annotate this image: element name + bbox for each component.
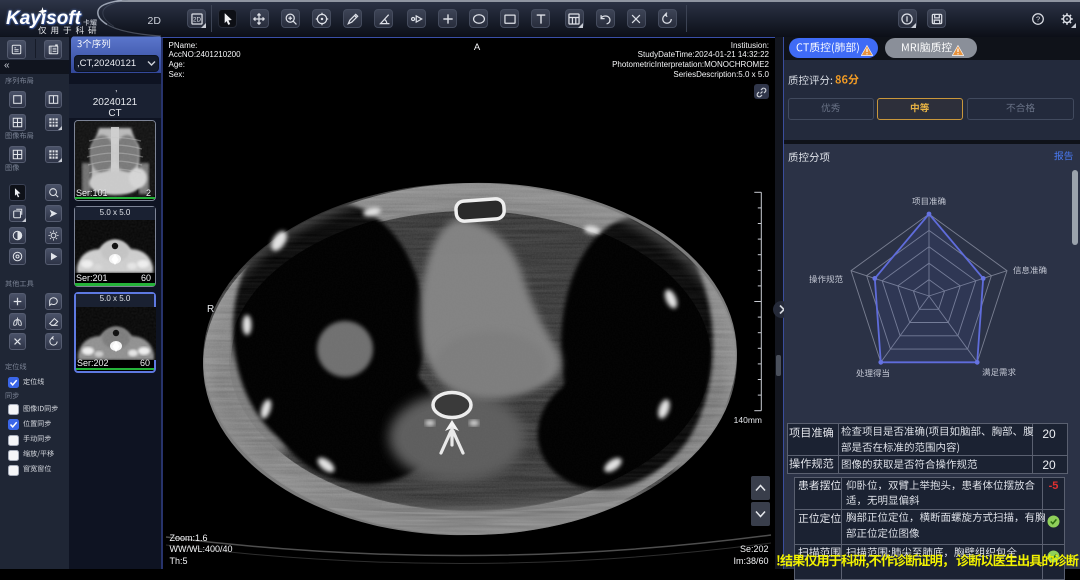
svg-text:?: ?	[1035, 14, 1039, 23]
